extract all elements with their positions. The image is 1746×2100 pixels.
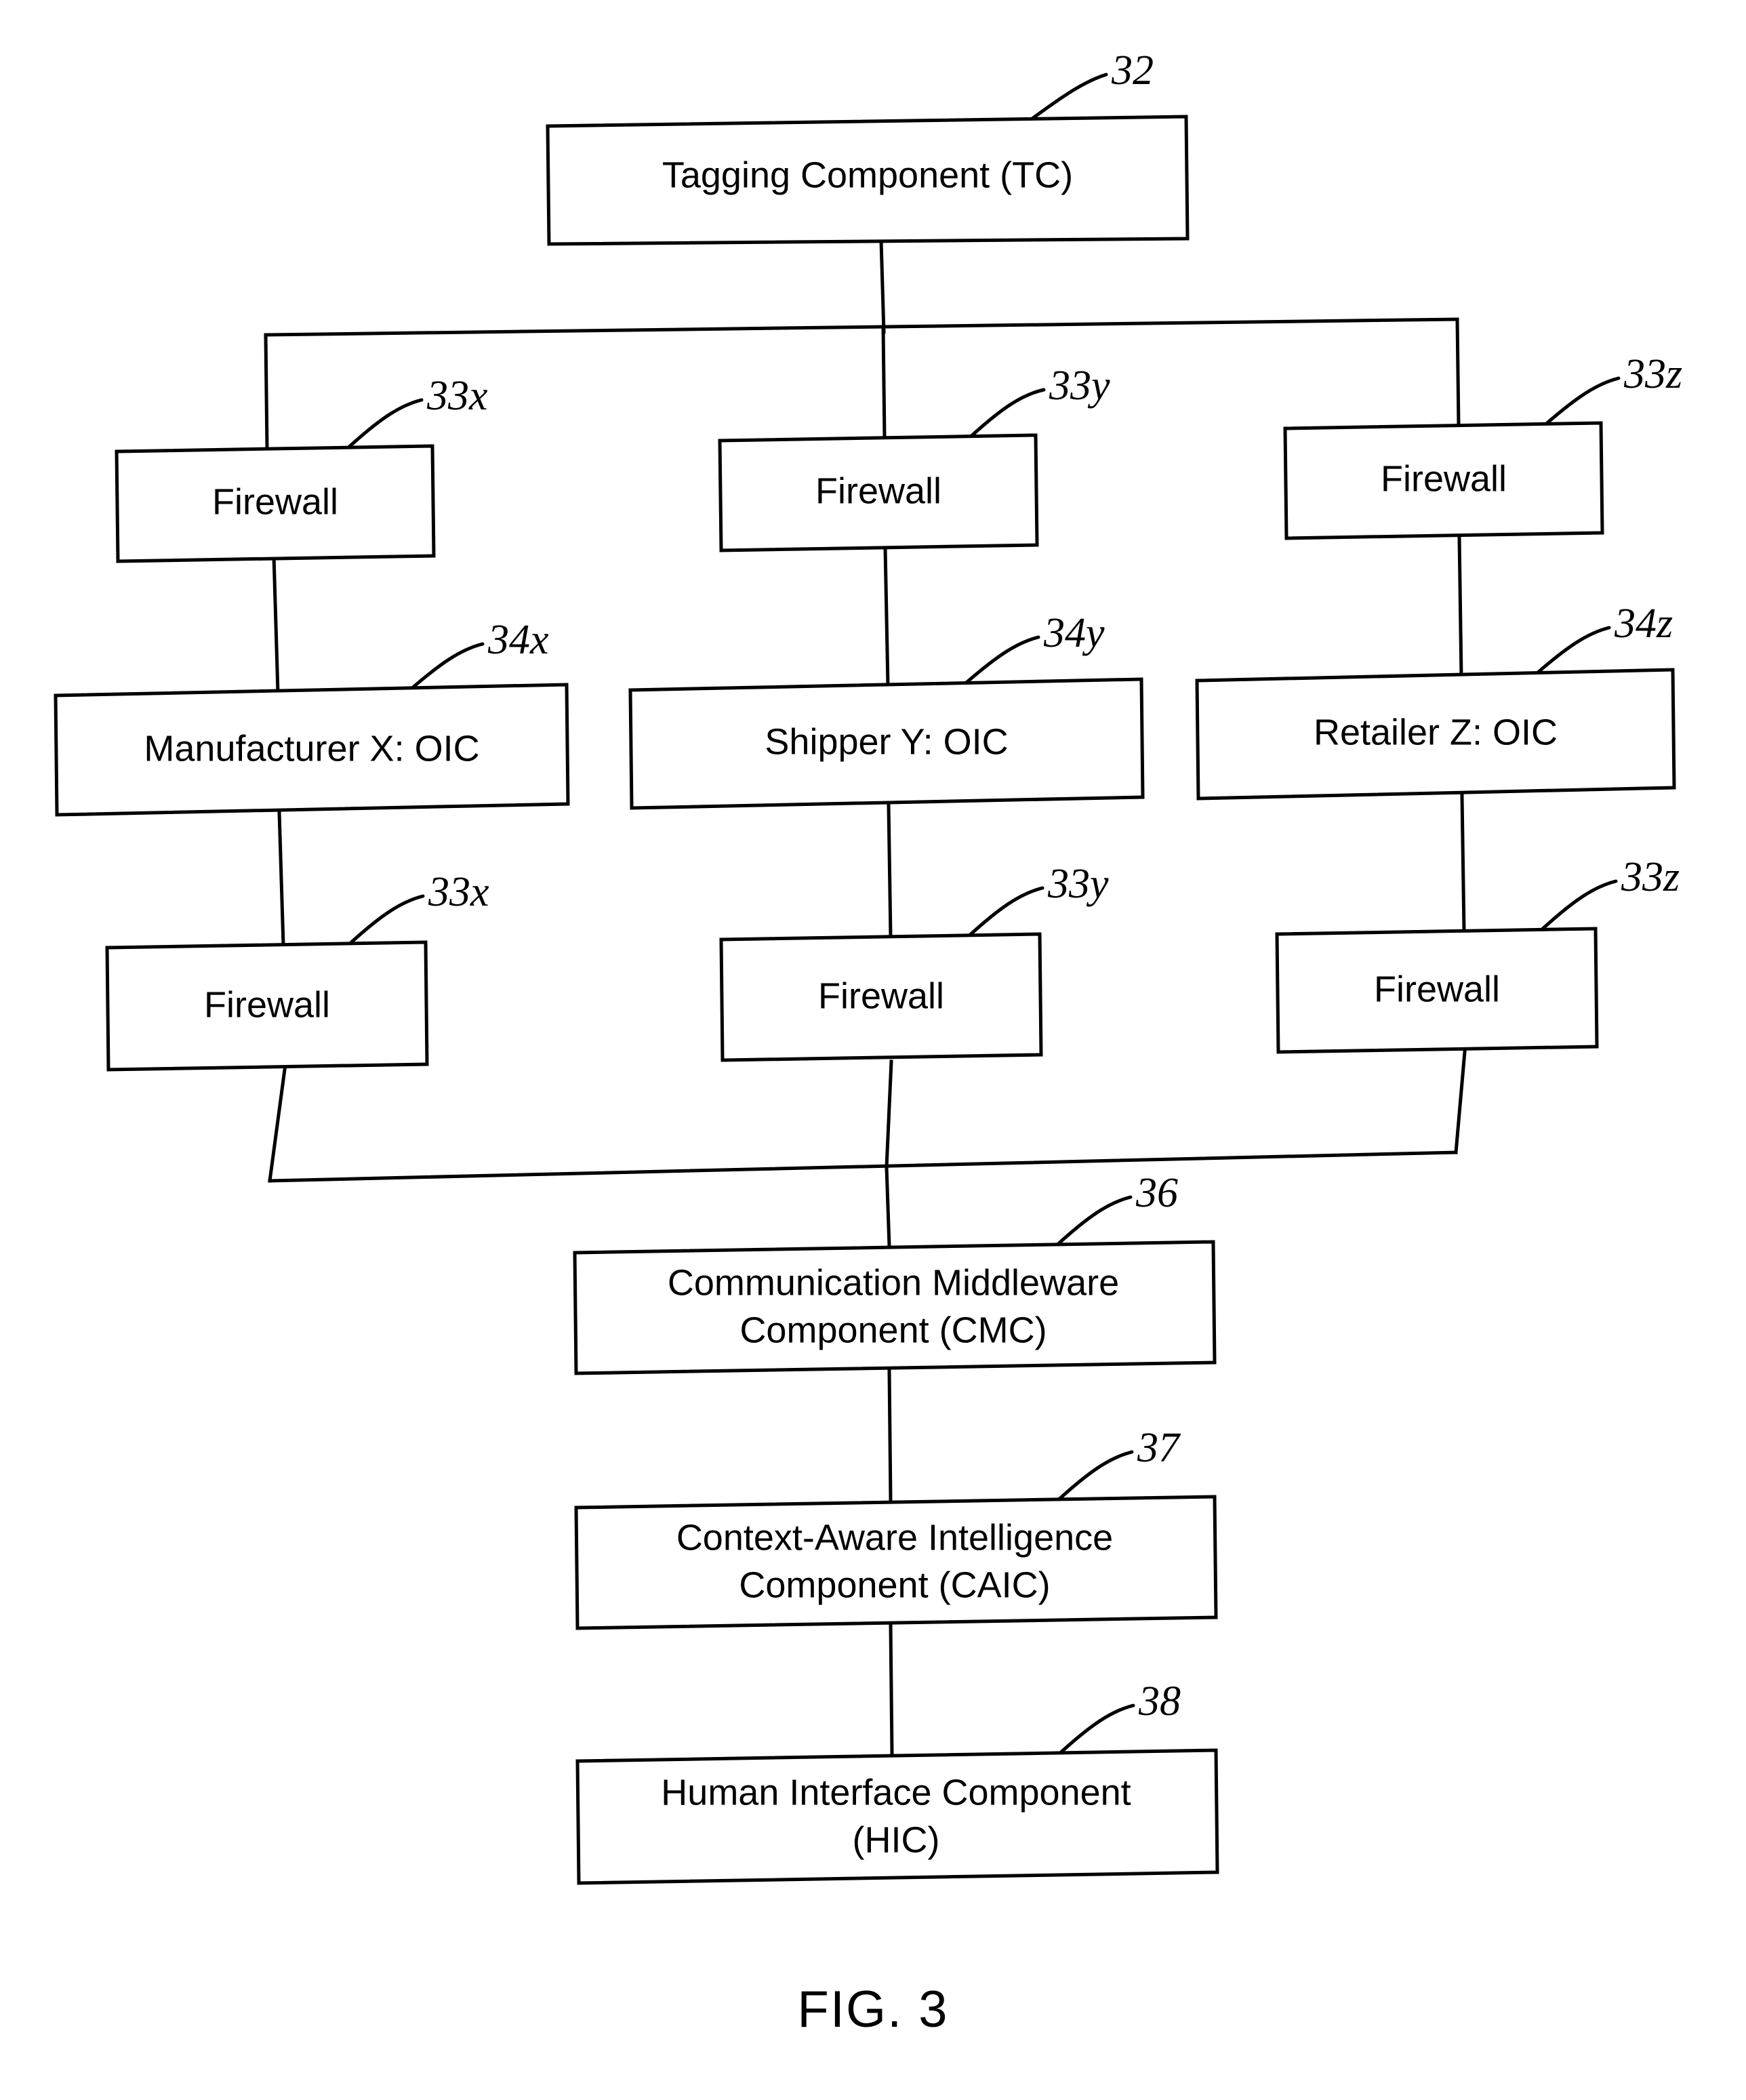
leader-38 bbox=[1057, 1703, 1135, 1756]
leader-33y-bottom bbox=[966, 886, 1044, 939]
ref-number-33y-top: 33y bbox=[1049, 363, 1110, 409]
connector-firewall-x-to-oic-x bbox=[272, 554, 280, 695]
node-firewall-bottom-x: Firewall bbox=[105, 940, 429, 1072]
node-caic-outline bbox=[574, 1495, 1218, 1630]
node-firewall-bottom-z: Firewall bbox=[1275, 927, 1599, 1054]
connector-caic-to-hic bbox=[889, 1623, 894, 1756]
node-tagging-component-label: Tagging Component (TC) bbox=[662, 155, 1073, 195]
patent-figure-3: Tagging Component (TC) 32 Firewall 33x F… bbox=[0, 0, 1746, 2100]
node-firewall-bottom-z-label: Firewall bbox=[1374, 969, 1500, 1009]
connector-bus-to-firewall-x bbox=[264, 333, 269, 451]
node-firewall-bottom-y: Firewall bbox=[719, 932, 1043, 1062]
node-oic-z: Retailer Z: OIC bbox=[1195, 668, 1676, 801]
connector-bus-to-cmc bbox=[885, 1165, 891, 1248]
connector-firewall-x2-to-bottom-bus bbox=[268, 1068, 287, 1183]
node-oic-z-label: Retailer Z: OIC bbox=[1314, 712, 1558, 752]
node-oic-y: Shipper Y: OIC bbox=[628, 677, 1145, 810]
node-hic-outline bbox=[575, 1748, 1219, 1885]
ref-number-33z-bottom: 33z bbox=[1621, 854, 1680, 900]
connector-tc-to-bus bbox=[879, 239, 886, 334]
leader-33z-top bbox=[1542, 376, 1621, 428]
node-firewall-top-y-label: Firewall bbox=[815, 470, 941, 511]
ref-number-34y: 34y bbox=[1043, 610, 1105, 656]
connector-bus-to-firewall-y bbox=[881, 325, 887, 440]
node-oic-y-label: Shipper Y: OIC bbox=[765, 721, 1008, 762]
node-firewall-top-x: Firewall bbox=[115, 444, 436, 563]
ref-number-32: 32 bbox=[1111, 47, 1154, 94]
node-firewall-top-x-label: Firewall bbox=[212, 481, 338, 522]
node-firewall-top-z-label: Firewall bbox=[1381, 458, 1507, 499]
node-hic: Human Interface Component (HIC) bbox=[575, 1748, 1219, 1885]
connector-firewall-z-to-oic-z bbox=[1457, 535, 1463, 679]
node-caic-label-line1: Context-Aware Intelligence bbox=[676, 1517, 1113, 1558]
connector-bottom-bus-spine bbox=[268, 1150, 1458, 1183]
ref-number-36: 36 bbox=[1135, 1170, 1178, 1216]
connector-cmc-to-caic bbox=[887, 1369, 893, 1503]
leader-33y-top bbox=[967, 388, 1046, 440]
node-cmc-outline bbox=[573, 1240, 1217, 1375]
leader-34z bbox=[1531, 626, 1611, 679]
node-caic: Context-Aware Intelligence Component (CA… bbox=[574, 1495, 1218, 1630]
node-caic-label-line2: Component (CAIC) bbox=[739, 1564, 1050, 1605]
node-firewall-top-y: Firewall bbox=[718, 433, 1039, 552]
node-hic-label-line1: Human Interface Component bbox=[661, 1772, 1131, 1813]
ref-number-33x-top: 33x bbox=[426, 373, 488, 419]
node-oic-x-label: Manufacturer X: OIC bbox=[144, 728, 479, 769]
node-hic-label-line2: (HIC) bbox=[853, 1819, 940, 1860]
leader-34y bbox=[960, 635, 1040, 688]
node-tagging-component: Tagging Component (TC) bbox=[546, 115, 1190, 246]
node-oic-x: Manufacturer X: OIC bbox=[54, 683, 570, 817]
diagram-canvas: Tagging Component (TC) 32 Firewall 33x F… bbox=[54, 47, 1682, 2038]
node-cmc: Communication Middleware Component (CMC) bbox=[573, 1240, 1217, 1375]
figure-caption: FIG. 3 bbox=[797, 1981, 948, 2038]
leader-33x-bottom bbox=[346, 894, 425, 947]
leader-33z-bottom bbox=[1539, 879, 1618, 932]
connector-oic-z-to-firewall-z2 bbox=[1460, 794, 1466, 932]
ref-number-33z-top: 33z bbox=[1623, 351, 1682, 397]
ref-number-33x-bottom: 33x bbox=[428, 869, 489, 915]
node-firewall-bottom-x-label: Firewall bbox=[204, 984, 330, 1025]
connector-bus-to-firewall-z bbox=[1455, 317, 1461, 428]
ref-number-33y-bottom: 33y bbox=[1047, 861, 1109, 907]
leader-33x-top bbox=[345, 398, 424, 451]
connector-oic-x-to-firewall-x2 bbox=[277, 810, 285, 947]
ref-number-37: 37 bbox=[1137, 1425, 1181, 1471]
ref-number-34x: 34x bbox=[487, 617, 549, 663]
node-cmc-label-line2: Component (CMC) bbox=[739, 1310, 1047, 1350]
leader-37 bbox=[1055, 1450, 1134, 1503]
connector-oic-y-to-firewall-y2 bbox=[887, 803, 893, 939]
node-firewall-bottom-y-label: Firewall bbox=[818, 975, 944, 1016]
ref-number-34z: 34z bbox=[1614, 601, 1673, 647]
node-cmc-label-line1: Communication Middleware bbox=[668, 1262, 1119, 1303]
connector-firewall-z2-to-bottom-bus bbox=[1454, 1050, 1467, 1154]
connector-top-bus-spine bbox=[264, 317, 1459, 337]
connector-firewall-y2-to-bottom-bus bbox=[885, 1059, 893, 1169]
node-firewall-top-z: Firewall bbox=[1283, 421, 1604, 540]
leader-36 bbox=[1054, 1195, 1133, 1248]
ref-number-38: 38 bbox=[1138, 1678, 1181, 1724]
connector-firewall-y-to-oic-y bbox=[883, 546, 890, 688]
